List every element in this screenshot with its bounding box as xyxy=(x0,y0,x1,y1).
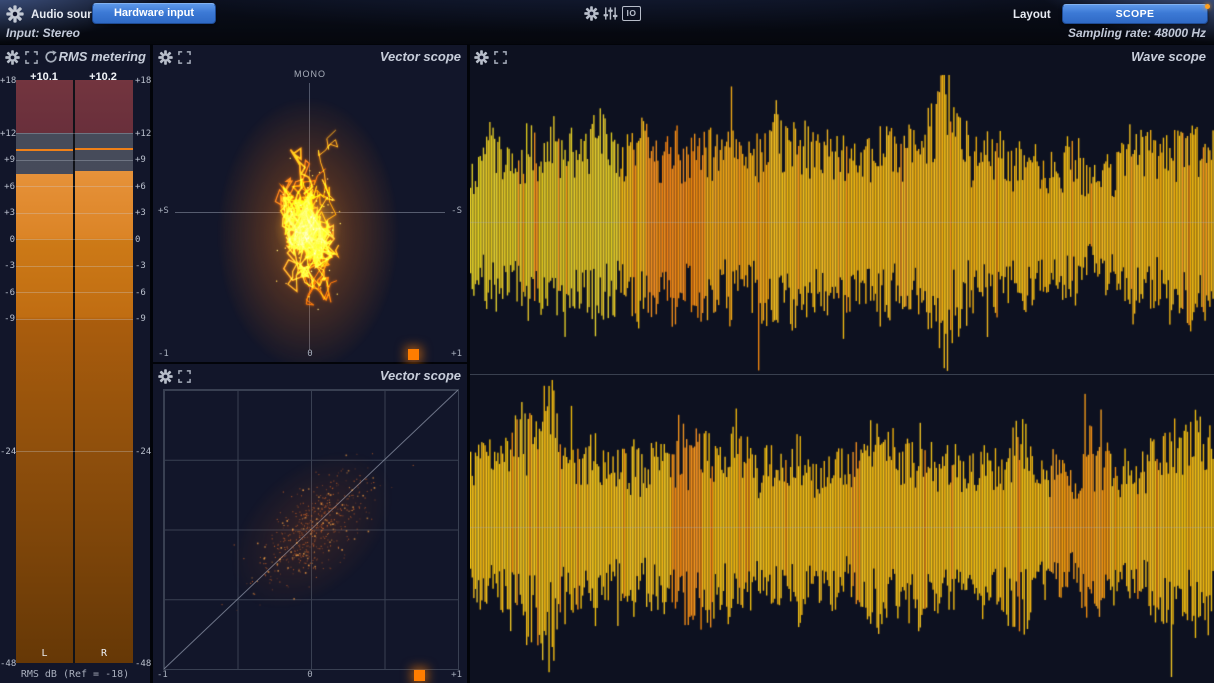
meter-scale-label: 0 xyxy=(135,235,150,245)
vector-scope-xy-panel: Vector scope -1 0 +1 xyxy=(153,364,467,683)
meter-scale-label: +3 xyxy=(135,208,150,218)
meter-gridline xyxy=(16,213,133,214)
meter-scale-label: -3 xyxy=(0,261,15,271)
scope-layout-button[interactable]: SCOPE xyxy=(1062,4,1208,24)
rms-caption: RMS dB (Ref = -18) xyxy=(0,669,150,680)
settings-gear-icon[interactable] xyxy=(6,5,24,23)
meter-scale-label: +9 xyxy=(135,155,150,165)
meter-gridline xyxy=(16,239,133,240)
axis-label-pos1: +1 xyxy=(451,349,462,359)
rms-settings-gear-icon[interactable] xyxy=(5,50,20,65)
vector-scope-polar-panel: Vector scope MONO +S -S -1 0 +1 xyxy=(153,45,467,362)
meter-scale-label: -48 xyxy=(135,659,150,669)
meter-scale-label: -3 xyxy=(135,261,150,271)
meter-lit-bar xyxy=(75,171,133,663)
rms-panel-title: RMS metering xyxy=(59,49,146,64)
global-settings-gear-icon[interactable] xyxy=(584,6,599,21)
meter-scale-label: +9 xyxy=(0,155,15,165)
vectorscope-panel-title: Vector scope xyxy=(380,49,461,64)
meter-scale-label: 0 xyxy=(0,235,15,245)
meter-scale-label: -6 xyxy=(135,288,150,298)
meter-scale-label: +12 xyxy=(135,129,150,139)
meter-scale-label: +6 xyxy=(0,182,15,192)
meter-gridline xyxy=(16,160,133,161)
xyscope-expand-icon[interactable] xyxy=(178,370,191,383)
meter-gridline xyxy=(16,319,133,320)
meter-scale-label: +18 xyxy=(135,76,150,86)
hardware-input-button[interactable]: Hardware input xyxy=(92,3,216,24)
xy-indicator-square[interactable] xyxy=(414,670,425,681)
notification-dot xyxy=(1205,4,1210,9)
mixer-faders-icon[interactable] xyxy=(603,6,618,21)
rms-expand-icon[interactable] xyxy=(25,51,38,64)
meter-scale-label: -24 xyxy=(0,447,15,457)
xyscope-settings-gear-icon[interactable] xyxy=(158,369,173,384)
waveform-display-left xyxy=(470,70,1214,374)
wavescope-panel-title: Wave scope xyxy=(1131,49,1206,64)
meter-gridline xyxy=(16,186,133,187)
meter-scale-label: -48 xyxy=(0,659,15,669)
wavescope-settings-gear-icon[interactable] xyxy=(474,50,489,65)
layout-label: Layout xyxy=(1013,9,1051,21)
meter-gridline xyxy=(16,292,133,293)
vectorscope-settings-gear-icon[interactable] xyxy=(158,50,173,65)
meter-lit-bar xyxy=(16,174,73,663)
meter-scale-label: +6 xyxy=(135,182,150,192)
level-meter-right: R xyxy=(75,80,133,663)
audio-analyzer-app: Audio source Hardware input IO Layout SC… xyxy=(0,0,1214,683)
meter-peak-hold xyxy=(16,149,73,151)
meter-scale-label: +12 xyxy=(0,129,15,139)
io-routing-icon[interactable]: IO xyxy=(622,6,641,21)
xy-axis-label-pos1: +1 xyxy=(451,670,462,680)
meter-gridline xyxy=(16,451,133,452)
wave-scope-panel: Wave scope xyxy=(470,45,1214,683)
axis-label-zero: 0 xyxy=(153,349,467,359)
meter-gridline xyxy=(16,266,133,267)
waveform-display-right xyxy=(470,375,1214,683)
meter-scale-label: +18 xyxy=(0,76,15,86)
correlation-indicator-square[interactable] xyxy=(408,349,419,360)
meter-scale-label: -24 xyxy=(135,447,150,457)
level-meter-left: L xyxy=(16,80,73,663)
sampling-rate-label: Sampling rate: 48000 Hz xyxy=(1068,26,1206,40)
xyscope-panel-title: Vector scope xyxy=(380,368,461,383)
input-mode-label: Input: Stereo xyxy=(6,26,80,40)
level-meter-area: L R xyxy=(16,80,133,663)
top-toolbar: Audio source Hardware input IO Layout SC… xyxy=(0,0,1214,44)
meter-gridline xyxy=(16,133,133,134)
xy-scatter-display xyxy=(153,389,467,668)
meter-scale-label: +3 xyxy=(0,208,15,218)
rms-metering-panel: RMS metering +10.1 +10.2 L R RMS dB (Ref… xyxy=(0,45,150,683)
channel-label-left: L xyxy=(16,648,73,659)
vectorscope-expand-icon[interactable] xyxy=(178,51,191,64)
meter-scale-label: -6 xyxy=(0,288,15,298)
lissajous-display xyxy=(153,70,467,362)
meter-scale-label: -9 xyxy=(0,314,15,324)
wavescope-expand-icon[interactable] xyxy=(494,51,507,64)
meter-scale-label: -9 xyxy=(135,314,150,324)
rms-reset-icon[interactable] xyxy=(44,50,58,64)
meter-peak-hold xyxy=(75,148,133,150)
channel-label-right: R xyxy=(75,648,133,659)
